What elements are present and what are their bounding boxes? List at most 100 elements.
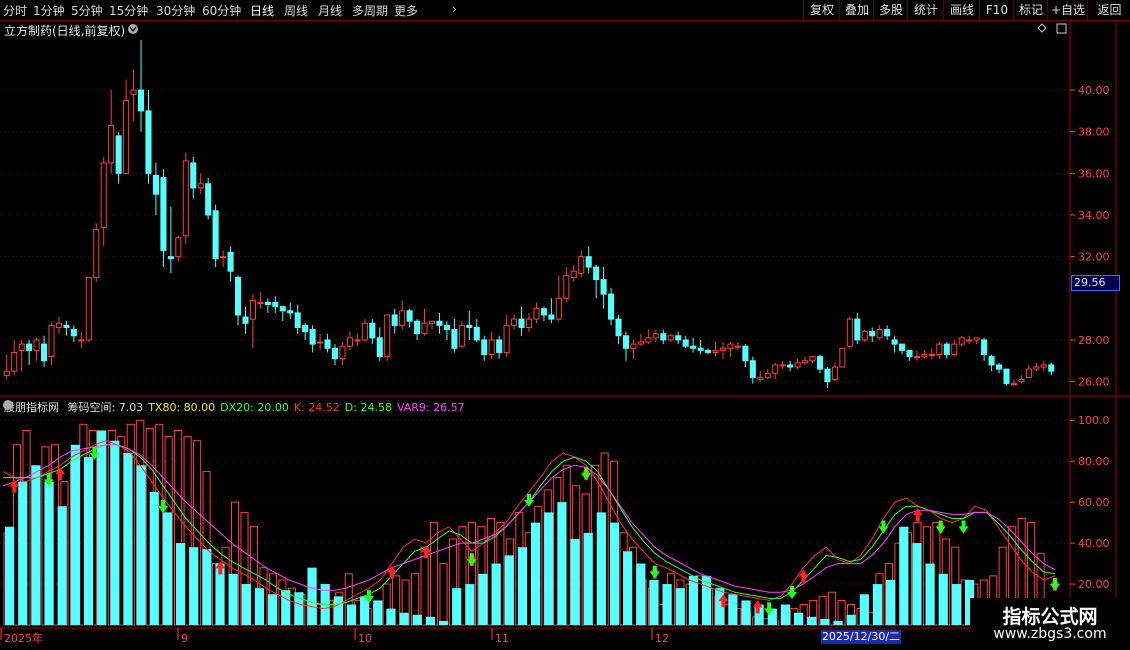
candle-body — [772, 364, 779, 374]
candle-body — [264, 301, 271, 306]
candle-body — [249, 299, 256, 320]
histogram-bar-cyan — [254, 588, 265, 625]
candle-body — [466, 324, 473, 328]
histogram-bar-cyan — [123, 453, 133, 625]
candlestick-chart[interactable]: 40.00 38.00 36.00 34.00 32.00 28.00 26.00 100.0… — [0, 0, 1130, 650]
time-tick-label: 11 — [495, 632, 509, 645]
histogram-bar-red — [439, 563, 448, 626]
candle-body — [802, 360, 809, 364]
candle-body — [608, 293, 615, 320]
candle-body — [600, 279, 607, 295]
candle-body — [690, 345, 697, 349]
candle-body — [913, 356, 921, 359]
candle-body — [108, 124, 115, 164]
candle-body — [227, 251, 234, 272]
candle-body — [660, 333, 667, 341]
histogram-bar-cyan — [728, 594, 738, 625]
histogram-bar-cyan — [675, 588, 685, 625]
candle-body — [1048, 364, 1055, 372]
candle-body — [869, 331, 876, 337]
candle-body — [973, 337, 980, 341]
price-tick-label: 38.00 — [1078, 126, 1110, 139]
candle-body — [667, 335, 674, 341]
candle-body — [981, 339, 988, 356]
candle-body — [548, 314, 555, 320]
histogram-bar-cyan — [399, 612, 409, 625]
candle-body — [936, 343, 943, 356]
candle-body — [533, 308, 540, 320]
histogram-bar-cyan — [425, 616, 436, 625]
histogram-bar-cyan — [83, 457, 94, 625]
candle-body — [570, 270, 577, 278]
candle-body — [137, 89, 145, 112]
candle-body — [324, 339, 331, 349]
histogram-bar-cyan — [780, 604, 791, 625]
histogram-bar-cyan — [31, 465, 41, 625]
histogram-bar-cyan — [951, 584, 962, 625]
histogram-bar-cyan — [859, 594, 869, 625]
candle-body — [876, 329, 883, 339]
candle-body — [861, 331, 868, 341]
candle-body — [331, 347, 339, 360]
candle-body — [816, 356, 824, 370]
histogram-bar-cyan — [531, 522, 541, 625]
histogram-bar-cyan — [570, 539, 580, 625]
sell-arrow-icon — [1050, 577, 1060, 591]
candle-body — [70, 329, 77, 337]
histogram-bar-cyan — [412, 614, 422, 625]
histogram-bar-cyan — [268, 594, 278, 625]
candle-body — [272, 301, 279, 308]
candle-body — [220, 256, 227, 259]
sell-arrow-icon — [878, 520, 889, 534]
candle-body — [175, 237, 182, 258]
indicator-tick-label: 20.00 — [1078, 578, 1110, 591]
histogram-bar-cyan — [609, 522, 620, 625]
candle-body — [481, 339, 488, 356]
histogram-bar-cyan — [544, 512, 554, 625]
candle-body — [697, 347, 704, 351]
candle-body — [115, 135, 122, 174]
candle-body — [1025, 368, 1032, 378]
candle-body — [40, 343, 48, 362]
indicator-tick-label: 80.00 — [1078, 455, 1110, 468]
candle-body — [555, 297, 562, 320]
candle-body — [190, 162, 197, 189]
candle-body — [26, 343, 33, 351]
histogram-bar-cyan — [517, 547, 528, 625]
histogram-bar-cyan — [149, 491, 159, 625]
current-price-tag: 29.56 — [1071, 275, 1120, 291]
candle-body — [675, 335, 682, 341]
candle-body — [309, 329, 316, 345]
histogram-bar-cyan — [18, 481, 28, 625]
candle-body — [406, 310, 413, 322]
histogram-bar-cyan — [504, 555, 514, 625]
candle-body — [421, 322, 428, 335]
histogram-bar-cyan — [741, 600, 751, 625]
candle-body — [921, 354, 928, 358]
candle-body — [958, 337, 965, 345]
histogram-bar-cyan — [872, 584, 883, 625]
candle-body — [988, 356, 995, 366]
candle-body — [63, 324, 70, 328]
candle-body — [846, 318, 853, 347]
candle-body — [809, 356, 816, 362]
candle-body — [1040, 364, 1047, 368]
candle-body — [1003, 368, 1010, 385]
histogram-bar-cyan — [202, 549, 212, 625]
candle-body — [55, 322, 62, 328]
candle-body — [943, 343, 950, 356]
candle-body — [443, 324, 450, 331]
candle-body — [996, 364, 1003, 370]
candle-body — [794, 362, 801, 368]
maximize-icon — [1056, 23, 1067, 34]
histogram-bar-cyan — [820, 618, 830, 625]
candle-body — [779, 364, 786, 367]
histogram-bar-cyan — [596, 512, 606, 625]
candle-body — [197, 183, 204, 189]
candle-body — [414, 320, 421, 335]
candle-body — [384, 314, 391, 358]
candle-body — [399, 310, 406, 326]
indicator-dropdown-icon — [3, 400, 13, 410]
candle-body — [242, 316, 249, 324]
sell-arrow-icon — [649, 565, 660, 579]
